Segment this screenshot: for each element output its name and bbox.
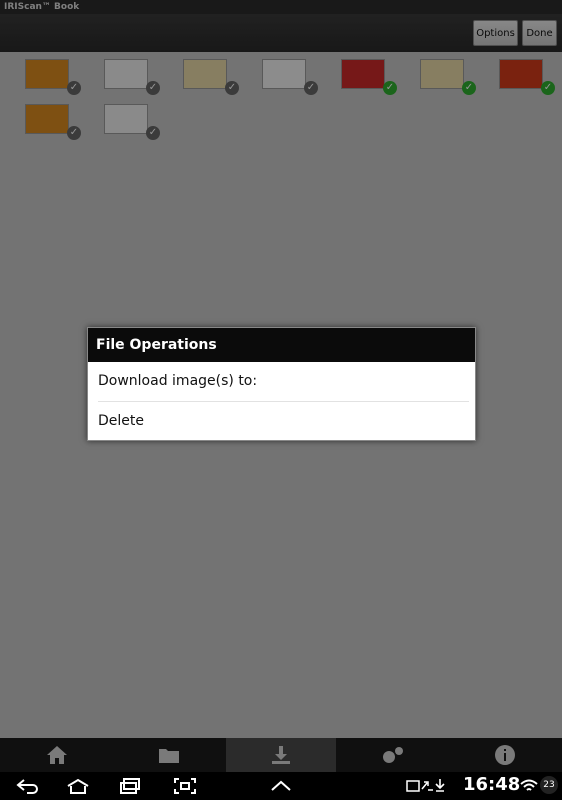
folder-icon <box>159 749 179 763</box>
chevron-up-icon <box>271 780 291 791</box>
download-images-option[interactable]: Download image(s) to: <box>88 362 475 401</box>
system-nav-bar: 16:48 23 <box>0 772 562 800</box>
settings-tab[interactable] <box>353 738 433 772</box>
home-button[interactable] <box>63 776 93 796</box>
battery-indicator: 23 <box>540 776 558 794</box>
folder-tab[interactable] <box>129 738 209 772</box>
delete-option[interactable]: Delete <box>88 402 475 441</box>
screenshot-icon <box>174 778 196 794</box>
info-icon <box>495 745 515 765</box>
clock: 16:48 <box>463 774 521 795</box>
dialog-title: File Operations <box>88 328 475 362</box>
status-icons <box>406 778 460 797</box>
bottom-app-bar <box>0 738 562 772</box>
expand-button[interactable] <box>266 776 296 796</box>
recent-apps-icon <box>120 778 140 794</box>
notification-icons <box>406 779 445 792</box>
back-icon <box>16 779 38 794</box>
home-tab[interactable] <box>17 738 97 772</box>
screenshot-button[interactable] <box>170 776 200 796</box>
wifi-icon <box>520 779 538 791</box>
home-icon <box>47 746 67 764</box>
download-tab[interactable] <box>226 738 336 772</box>
info-tab[interactable] <box>465 738 545 772</box>
recent-apps-button[interactable] <box>115 776 145 796</box>
download-icon <box>272 746 290 764</box>
home-nav-icon <box>67 778 89 794</box>
back-button[interactable] <box>12 776 42 796</box>
file-operations-dialog: File Operations Download image(s) to: De… <box>87 327 476 441</box>
settings-icon <box>383 747 403 763</box>
